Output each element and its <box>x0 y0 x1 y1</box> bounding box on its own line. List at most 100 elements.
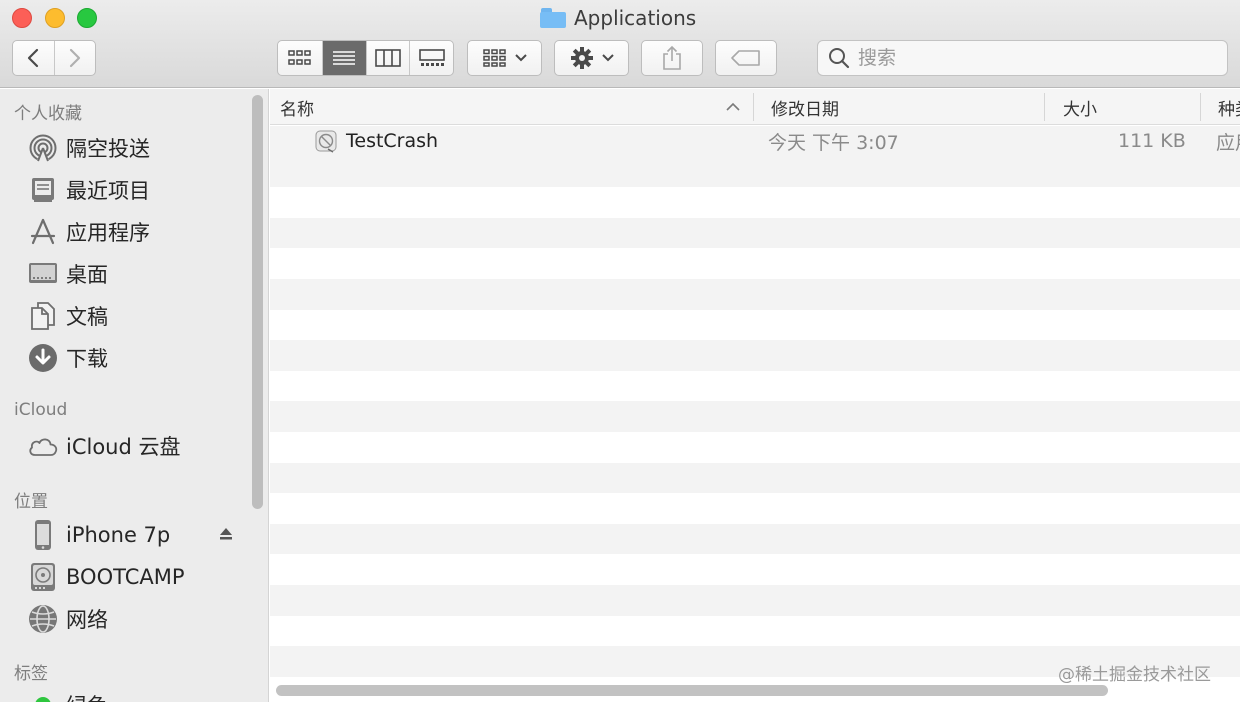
file-list-view: 名称 修改日期 大小 种类 TestCrash <box>270 89 1240 702</box>
column-header-date-modified[interactable]: 修改日期 <box>771 89 839 125</box>
downloads-icon <box>28 343 58 373</box>
file-size: 111 KB <box>1118 130 1186 153</box>
airdrop-icon <box>28 133 58 163</box>
search-input[interactable] <box>858 47 1198 69</box>
sidebar-item-label: iPhone 7p <box>66 523 171 547</box>
sidebar-item-label: 网络 <box>66 608 108 632</box>
file-date-modified: 今天 下午 3:07 <box>768 131 899 154</box>
app-icon <box>315 130 337 153</box>
list-item <box>270 615 1240 647</box>
zoom-window-button[interactable] <box>77 8 97 28</box>
sidebar-item-label: 绿色 <box>66 690 108 702</box>
list-item <box>270 217 1240 249</box>
column-separator[interactable] <box>1044 93 1045 121</box>
window-title: Applications <box>540 5 696 31</box>
list-view-button[interactable] <box>321 41 366 75</box>
list-item <box>270 584 1240 616</box>
column-view-icon <box>375 49 401 67</box>
list-item <box>270 370 1240 402</box>
documents-icon <box>28 301 58 331</box>
sidebar-item-bootcamp[interactable]: BOOTCAMP <box>28 561 185 593</box>
sidebar-item-airdrop[interactable]: 隔空投送 <box>28 132 150 164</box>
sidebar-item-desktop[interactable]: 桌面 <box>28 258 108 290</box>
column-separator[interactable] <box>753 93 754 121</box>
sidebar-section-tags: 标签 <box>14 664 48 684</box>
sidebar-item-label: BOOTCAMP <box>66 565 185 589</box>
column-header: 名称 修改日期 大小 种类 <box>270 89 1240 125</box>
list-item <box>270 431 1240 463</box>
gear-icon <box>570 47 593 69</box>
forward-button[interactable] <box>53 41 95 75</box>
group-icon <box>482 49 506 67</box>
gallery-view-icon <box>418 49 445 66</box>
list-item <box>270 248 1240 279</box>
disk-icon <box>28 562 58 592</box>
sidebar-item-label: 应用程序 <box>66 221 150 245</box>
sidebar-item-label: iCloud 云盘 <box>66 435 181 459</box>
column-header-size[interactable]: 大小 <box>1063 89 1097 125</box>
sidebar-item-network[interactable]: 网络 <box>28 603 108 635</box>
sidebar-item-icloud-drive[interactable]: iCloud 云盘 <box>28 430 181 462</box>
sidebar-section-icloud: iCloud <box>14 400 68 420</box>
icloud-drive-icon <box>28 431 58 461</box>
file-rows: TestCrash 今天 下午 3:07 111 KB 应用程序 <box>270 126 1240 677</box>
list-item <box>270 554 1240 585</box>
network-icon <box>28 604 58 634</box>
sidebar-item-documents[interactable]: 文稿 <box>28 300 108 332</box>
list-item <box>270 278 1240 310</box>
eject-button[interactable] <box>218 526 234 546</box>
sidebar-section-favorites: 个人收藏 <box>14 104 82 124</box>
navigation-buttons <box>12 40 96 76</box>
sidebar-item-iphone[interactable]: iPhone 7p <box>28 519 170 551</box>
sidebar-item-recents[interactable]: 最近项目 <box>28 174 150 206</box>
gallery-view-button[interactable] <box>409 41 453 75</box>
minimize-window-button[interactable] <box>45 8 65 28</box>
file-name: TestCrash <box>346 130 439 153</box>
sidebar-item-downloads[interactable]: 下载 <box>28 342 108 374</box>
horizontal-scrollbar[interactable] <box>276 685 1108 696</box>
sidebar-item-label: 文稿 <box>66 305 108 329</box>
desktop-icon <box>28 259 58 289</box>
column-header-name[interactable]: 名称 <box>280 89 314 125</box>
file-name-cell: TestCrash <box>314 126 438 157</box>
list-item <box>270 401 1240 432</box>
column-header-kind[interactable]: 种类 <box>1218 89 1240 125</box>
recents-icon <box>28 175 58 205</box>
chevron-down-icon <box>601 54 614 62</box>
list-item <box>270 462 1240 494</box>
list-item <box>270 156 1240 188</box>
column-separator[interactable] <box>1200 93 1201 121</box>
file-kind: 应用程序 <box>1216 131 1240 154</box>
list-item <box>270 493 1240 524</box>
search-icon <box>829 48 850 69</box>
search-field[interactable] <box>817 40 1228 76</box>
table-row[interactable]: TestCrash 今天 下午 3:07 111 KB 应用程序 <box>270 126 1240 157</box>
share-button[interactable] <box>641 40 703 76</box>
view-mode-selector <box>277 40 454 76</box>
column-view-button[interactable] <box>365 41 410 75</box>
eject-icon <box>220 528 232 540</box>
icon-view-button[interactable] <box>278 41 322 75</box>
action-menu-button[interactable] <box>554 40 629 76</box>
list-item <box>270 187 1240 218</box>
group-by-button[interactable] <box>467 40 542 76</box>
sidebar-section-locations: 位置 <box>14 492 48 512</box>
list-item <box>270 340 1240 371</box>
share-icon <box>663 45 681 70</box>
chevron-left-icon <box>28 48 39 68</box>
watermark: @稀土掘金技术社区 <box>1058 665 1211 685</box>
tag-button[interactable] <box>715 40 777 76</box>
sidebar-item-label: 隔空投送 <box>66 137 150 161</box>
close-window-button[interactable] <box>12 8 32 28</box>
sidebar-item-applications[interactable]: 应用程序 <box>28 216 150 248</box>
back-button[interactable] <box>13 41 54 75</box>
sidebar-scrollbar[interactable] <box>252 95 263 509</box>
sidebar-item-label: 下载 <box>66 347 108 371</box>
sidebar-item-tag-green[interactable]: 绿色 <box>28 689 108 702</box>
list-item <box>270 523 1240 555</box>
icon-view-icon <box>288 50 311 65</box>
applications-icon <box>28 217 58 247</box>
window-title-text: Applications <box>574 6 697 30</box>
folder-icon <box>540 8 566 28</box>
sort-ascending-icon <box>726 102 740 111</box>
